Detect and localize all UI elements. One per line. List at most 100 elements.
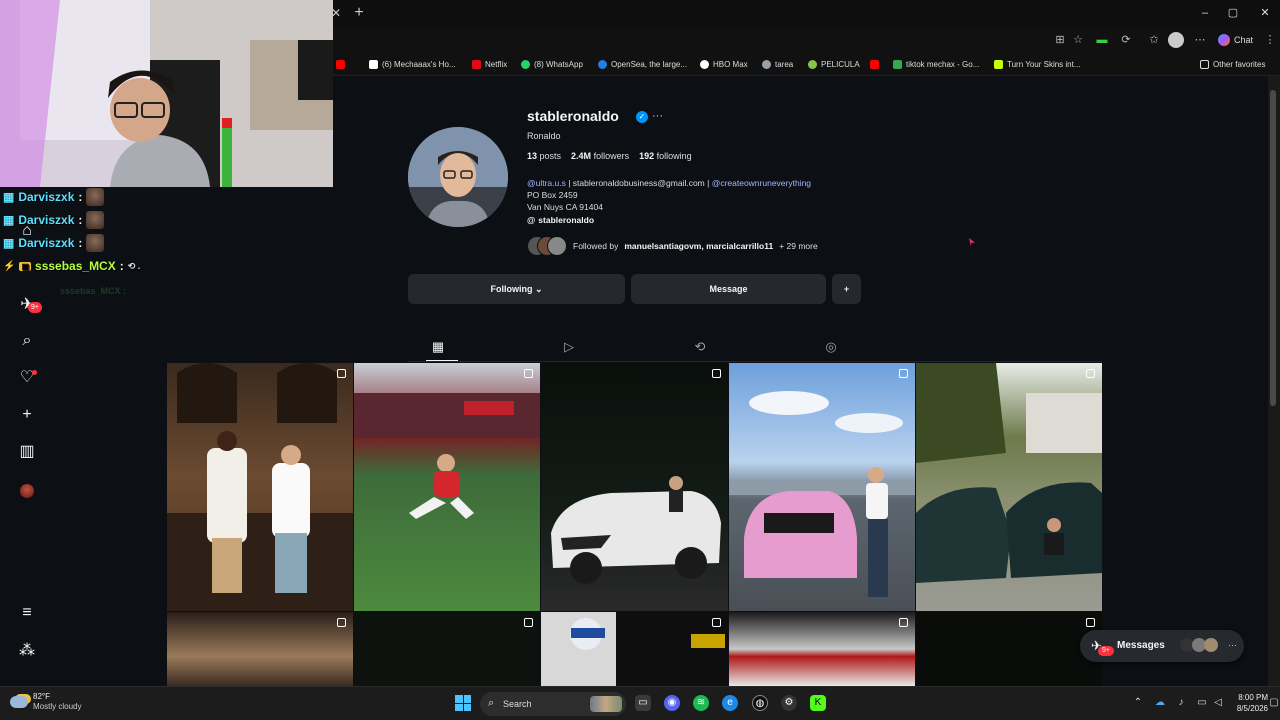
discord-icon[interactable]: ◉ bbox=[664, 695, 680, 711]
bookmark-item[interactable]: (6) Mechaaax's Ho... bbox=[369, 56, 456, 72]
screen: { "browser": { "window_controls": { "min… bbox=[0, 0, 1280, 720]
favorite-star-icon[interactable]: ☆ bbox=[1070, 32, 1086, 48]
bookmark-item[interactable]: PELICULA bbox=[808, 56, 860, 72]
maximize-button[interactable]: ▢ bbox=[1224, 5, 1242, 21]
post-tile[interactable] bbox=[729, 363, 915, 611]
new-tab-icon[interactable]: + bbox=[350, 4, 368, 22]
post-tile[interactable] bbox=[167, 363, 353, 611]
create-plus-icon[interactable]: + bbox=[18, 406, 36, 424]
following-button[interactable]: Following ⌄ bbox=[408, 274, 625, 304]
post-image bbox=[570, 618, 725, 650]
also-from-meta-icon[interactable]: ⁂ bbox=[18, 642, 36, 660]
more-icon: ··· bbox=[1228, 640, 1237, 650]
profile-picture[interactable] bbox=[408, 127, 508, 227]
post-image bbox=[167, 363, 353, 611]
message-button[interactable]: Message bbox=[631, 274, 826, 304]
reels-icon[interactable]: ▷ bbox=[561, 339, 577, 355]
settings-more-icon[interactable]: ⋯ bbox=[1192, 32, 1208, 48]
followers-stat[interactable]: 2.4M followers bbox=[571, 151, 629, 161]
multiple-posts-icon bbox=[899, 369, 908, 378]
notification-center-icon[interactable]: ▢ bbox=[1268, 697, 1280, 709]
posts-stat: 13 posts bbox=[527, 151, 562, 161]
messages-badge: 9+ bbox=[1098, 646, 1114, 656]
profile-avatar-icon[interactable] bbox=[20, 484, 34, 498]
app-available-icon[interactable]: ⊞ bbox=[1052, 32, 1068, 48]
chat-emote bbox=[86, 211, 105, 229]
spotify-icon[interactable]: ≋ bbox=[693, 695, 709, 711]
onedrive-icon[interactable]: ☁ bbox=[1154, 697, 1166, 709]
following-stat[interactable]: 192 following bbox=[639, 151, 692, 161]
sidebar-toggle-icon[interactable]: ⋮ bbox=[1262, 32, 1278, 48]
volume-icon[interactable]: ◁ bbox=[1212, 697, 1224, 709]
scrollbar-thumb[interactable] bbox=[1270, 90, 1276, 406]
bookmark-item[interactable]: OpenSea, the large... bbox=[598, 56, 687, 72]
post-image bbox=[354, 393, 540, 519]
bio-mention-link[interactable]: @createownruneverything bbox=[712, 178, 811, 188]
other-favorites[interactable]: Other favorites bbox=[1200, 56, 1265, 72]
bookmark-item[interactable]: tarea bbox=[762, 56, 793, 72]
reposts-icon[interactable]: ⟲ bbox=[692, 339, 708, 355]
hbo-icon bbox=[700, 59, 709, 69]
extension-icon[interactable]: ▬ bbox=[1094, 32, 1110, 48]
folder-icon bbox=[1200, 59, 1209, 69]
followed-by[interactable]: Followed by manuelsantiagovm, marcialcar… bbox=[527, 235, 818, 257]
post-tile[interactable] bbox=[541, 612, 728, 686]
post-tile[interactable] bbox=[541, 363, 728, 611]
bookmark-youtube[interactable] bbox=[336, 56, 345, 72]
steam-icon[interactable]: ⚙ bbox=[781, 695, 797, 711]
refresh-extension-icon[interactable]: ⟳ bbox=[1118, 32, 1134, 48]
bookmark-item[interactable]: HBO Max bbox=[700, 56, 748, 72]
bio-mention-link[interactable]: @ultra.u.s bbox=[527, 178, 566, 188]
post-tile[interactable] bbox=[916, 612, 1102, 686]
microphone-icon[interactable]: ♪ bbox=[1175, 697, 1187, 709]
taskbar-search[interactable]: ⌕ Search bbox=[480, 692, 626, 716]
show-hidden-icons[interactable]: ⌃ bbox=[1132, 697, 1144, 709]
multiple-posts-icon bbox=[337, 369, 346, 378]
menu-icon[interactable]: ≡ bbox=[18, 604, 36, 622]
bookmark-item[interactable]: Netflix bbox=[472, 56, 507, 72]
task-view-icon[interactable]: ▭ bbox=[635, 695, 651, 711]
chat-badge-icon: ▣ bbox=[19, 261, 32, 271]
edge-icon[interactable]: e bbox=[722, 695, 738, 711]
cloud-icon bbox=[10, 696, 28, 708]
post-tile[interactable] bbox=[354, 363, 540, 611]
tagged-icon[interactable]: ◎ bbox=[823, 339, 839, 355]
chat-emote bbox=[86, 234, 105, 252]
threads-link[interactable]: @ stableronaldo bbox=[527, 215, 594, 225]
messages-pill[interactable]: ✈ 9+ Messages ··· bbox=[1080, 630, 1244, 662]
options-icon[interactable]: ··· bbox=[652, 110, 663, 122]
search-highlight-image bbox=[590, 696, 622, 712]
post-tile[interactable] bbox=[916, 363, 1102, 611]
avatar bbox=[1204, 638, 1218, 652]
bookmark-youtube[interactable] bbox=[870, 56, 879, 72]
clock[interactable]: 8:00 PM 8/5/2026 bbox=[1228, 692, 1268, 714]
bookmark-item[interactable]: tiktok mechax - Go... bbox=[893, 56, 979, 72]
start-button[interactable] bbox=[455, 695, 471, 711]
active-tab-indicator bbox=[426, 360, 458, 361]
chat-message: ▦ Darviszxk : bbox=[3, 234, 105, 252]
post-tile[interactable] bbox=[167, 612, 353, 686]
chat-message: ▦ Darviszxk : bbox=[3, 211, 105, 229]
multiple-posts-icon bbox=[1086, 618, 1095, 627]
post-tile[interactable] bbox=[729, 612, 915, 686]
kick-icon[interactable]: K bbox=[810, 695, 826, 711]
profile-stats: 13 posts 2.4M followers 192 following bbox=[527, 151, 692, 161]
display-icon[interactable]: ▭ bbox=[1196, 697, 1208, 709]
post-image bbox=[729, 391, 915, 597]
close-window-button[interactable]: ✕ bbox=[1256, 5, 1274, 21]
dashboard-icon[interactable]: ▥ bbox=[18, 443, 36, 461]
bookmark-item[interactable]: (8) WhatsApp bbox=[521, 56, 583, 72]
multiple-posts-icon bbox=[712, 618, 721, 627]
search-icon[interactable]: ⌕ bbox=[18, 332, 36, 350]
suggested-users-button[interactable]: + bbox=[832, 274, 861, 304]
favorites-icon[interactable]: ✩ bbox=[1146, 32, 1162, 48]
copilot-chat-button[interactable]: Chat bbox=[1218, 32, 1253, 48]
profile-avatar[interactable] bbox=[1168, 32, 1184, 48]
obs-icon[interactable]: ◍ bbox=[752, 695, 768, 711]
minimize-button[interactable]: – bbox=[1196, 5, 1214, 21]
weather-widget[interactable]: 82°F Mostly cloudy bbox=[10, 692, 81, 712]
posts-grid-icon[interactable]: ▦ bbox=[430, 339, 446, 355]
bookmark-item[interactable]: Turn Your Skins int... bbox=[994, 56, 1081, 72]
post-tile[interactable] bbox=[354, 612, 540, 686]
profile-bio: @ultra.u.s | stableronaldobusiness@gmail… bbox=[527, 178, 812, 212]
